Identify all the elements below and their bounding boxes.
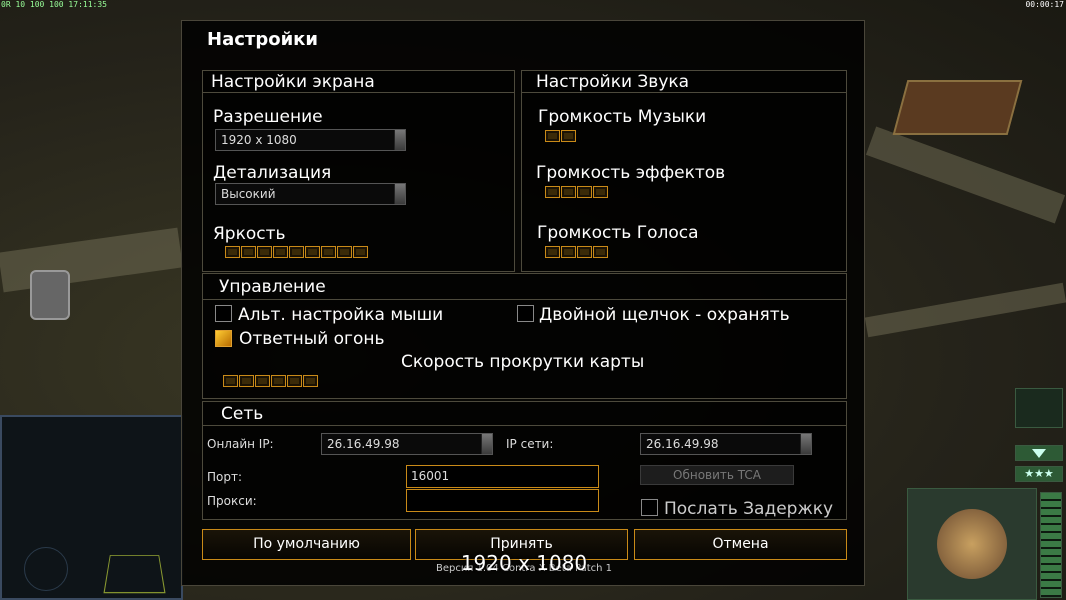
slider-segment[interactable] xyxy=(337,246,352,258)
sound-settings-panel: Настройки Звука Громкость Музыки Громкос… xyxy=(521,70,847,272)
sound-settings-header: Настройки Звука xyxy=(522,71,846,93)
screen-settings-header: Настройки экрана xyxy=(203,71,514,93)
stars-icon: ★★★ xyxy=(1015,466,1063,482)
slider-segment[interactable] xyxy=(257,246,272,258)
slider-segment[interactable] xyxy=(561,246,576,258)
brightness-slider[interactable] xyxy=(225,246,369,258)
slider-segment[interactable] xyxy=(545,130,560,142)
faction-emblem xyxy=(907,488,1037,600)
slider-segment[interactable] xyxy=(271,375,286,387)
return-fire-label[interactable]: Ответный огонь xyxy=(239,329,385,349)
slider-segment[interactable] xyxy=(353,246,368,258)
slider-segment[interactable] xyxy=(561,130,576,142)
online-ip-value: 26.16.49.98 xyxy=(327,437,400,451)
slider-segment[interactable] xyxy=(255,375,270,387)
detail-select[interactable]: Высокий xyxy=(215,183,406,205)
slider-segment[interactable] xyxy=(241,246,256,258)
structure-base xyxy=(892,80,1023,135)
network-header: Сеть xyxy=(203,402,846,426)
online-ip-select[interactable]: 26.16.49.98 xyxy=(321,433,493,455)
screen-settings-panel: Настройки экрана Разрешение 1920 x 1080 … xyxy=(202,70,515,272)
slider-segment[interactable] xyxy=(545,186,560,198)
slider-segment[interactable] xyxy=(303,375,318,387)
resolution-select[interactable]: 1920 x 1080 xyxy=(215,129,406,151)
proxy-label: Прокси: xyxy=(207,494,257,508)
dropdown-arrow-icon[interactable] xyxy=(394,130,405,150)
music-volume-label: Громкость Музыки xyxy=(538,107,707,127)
slider-segment[interactable] xyxy=(225,246,240,258)
scroll-speed-label: Скорость прокрутки карты xyxy=(401,352,645,372)
effects-volume-label: Громкость эффектов xyxy=(536,163,726,183)
slider-segment[interactable] xyxy=(223,375,238,387)
resolution-overlay: 1920 x 1080 xyxy=(460,551,588,575)
dialog-title: Настройки xyxy=(207,29,319,50)
chevron-down-icon[interactable] xyxy=(1015,445,1063,461)
slider-segment[interactable] xyxy=(561,186,576,198)
structure-tower xyxy=(30,270,70,320)
slider-segment[interactable] xyxy=(321,246,336,258)
slider-segment[interactable] xyxy=(289,246,304,258)
slider-segment[interactable] xyxy=(305,246,320,258)
online-ip-label: Онлайн IP: xyxy=(207,437,274,451)
settings-dialog: Настройки Настройки экрана Разрешение 19… xyxy=(181,20,865,586)
general-rank-icon[interactable] xyxy=(1015,388,1063,428)
slider-segment[interactable] xyxy=(577,186,592,198)
resolution-label: Разрешение xyxy=(213,107,323,127)
detail-label: Детализация xyxy=(213,163,332,183)
lan-ip-label: IP сети: xyxy=(506,437,554,451)
port-input[interactable]: 16001 xyxy=(406,465,599,488)
double-click-label[interactable]: Двойной щелчок - охранять xyxy=(539,305,790,325)
slider-segment[interactable] xyxy=(273,246,288,258)
voice-volume-label: Громкость Голоса xyxy=(537,223,699,243)
brightness-label: Яркость xyxy=(213,224,286,244)
detail-value: Высокий xyxy=(221,187,276,201)
dropdown-arrow-icon[interactable] xyxy=(481,434,492,454)
voice-volume-slider[interactable] xyxy=(545,246,609,258)
controls-panel: Управление Альт. настройка мыши Двойной … xyxy=(202,273,847,399)
alt-mouse-checkbox[interactable] xyxy=(215,305,232,322)
lan-ip-value: 26.16.49.98 xyxy=(646,437,719,451)
minimap-radar-circle xyxy=(24,547,68,591)
double-click-checkbox[interactable] xyxy=(517,305,534,322)
music-volume-slider[interactable] xyxy=(545,130,577,142)
update-tca-button[interactable]: Обновить TCA xyxy=(640,465,794,485)
slider-segment[interactable] xyxy=(545,246,560,258)
port-label: Порт: xyxy=(207,470,243,484)
send-delay-checkbox[interactable] xyxy=(641,499,658,516)
slider-segment[interactable] xyxy=(593,246,608,258)
lan-ip-select[interactable]: 26.16.49.98 xyxy=(640,433,812,455)
alt-mouse-label[interactable]: Альт. настройка мыши xyxy=(238,305,443,325)
minimap-view-trapezoid xyxy=(103,555,166,594)
slider-segment[interactable] xyxy=(593,186,608,198)
effects-volume-slider[interactable] xyxy=(545,186,609,198)
power-bar xyxy=(1040,492,1062,598)
hud-top-left: 0R 10 100 100 17:11:35 xyxy=(1,0,107,9)
network-panel: Сеть Онлайн IP: 26.16.49.98 IP сети: 26.… xyxy=(202,401,847,520)
scroll-speed-slider[interactable] xyxy=(223,375,319,387)
send-delay-label[interactable]: Послать Задержку xyxy=(664,499,833,519)
slider-segment[interactable] xyxy=(239,375,254,387)
slider-segment[interactable] xyxy=(577,246,592,258)
return-fire-checkbox[interactable] xyxy=(215,330,232,347)
hud-top-right: 00:00:17 xyxy=(1025,0,1064,9)
minimap[interactable] xyxy=(0,415,183,600)
dropdown-arrow-icon[interactable] xyxy=(394,184,405,204)
controls-header: Управление xyxy=(203,274,846,300)
slider-segment[interactable] xyxy=(287,375,302,387)
dropdown-arrow-icon[interactable] xyxy=(800,434,811,454)
proxy-input[interactable] xyxy=(406,489,599,512)
resolution-value: 1920 x 1080 xyxy=(221,133,297,147)
